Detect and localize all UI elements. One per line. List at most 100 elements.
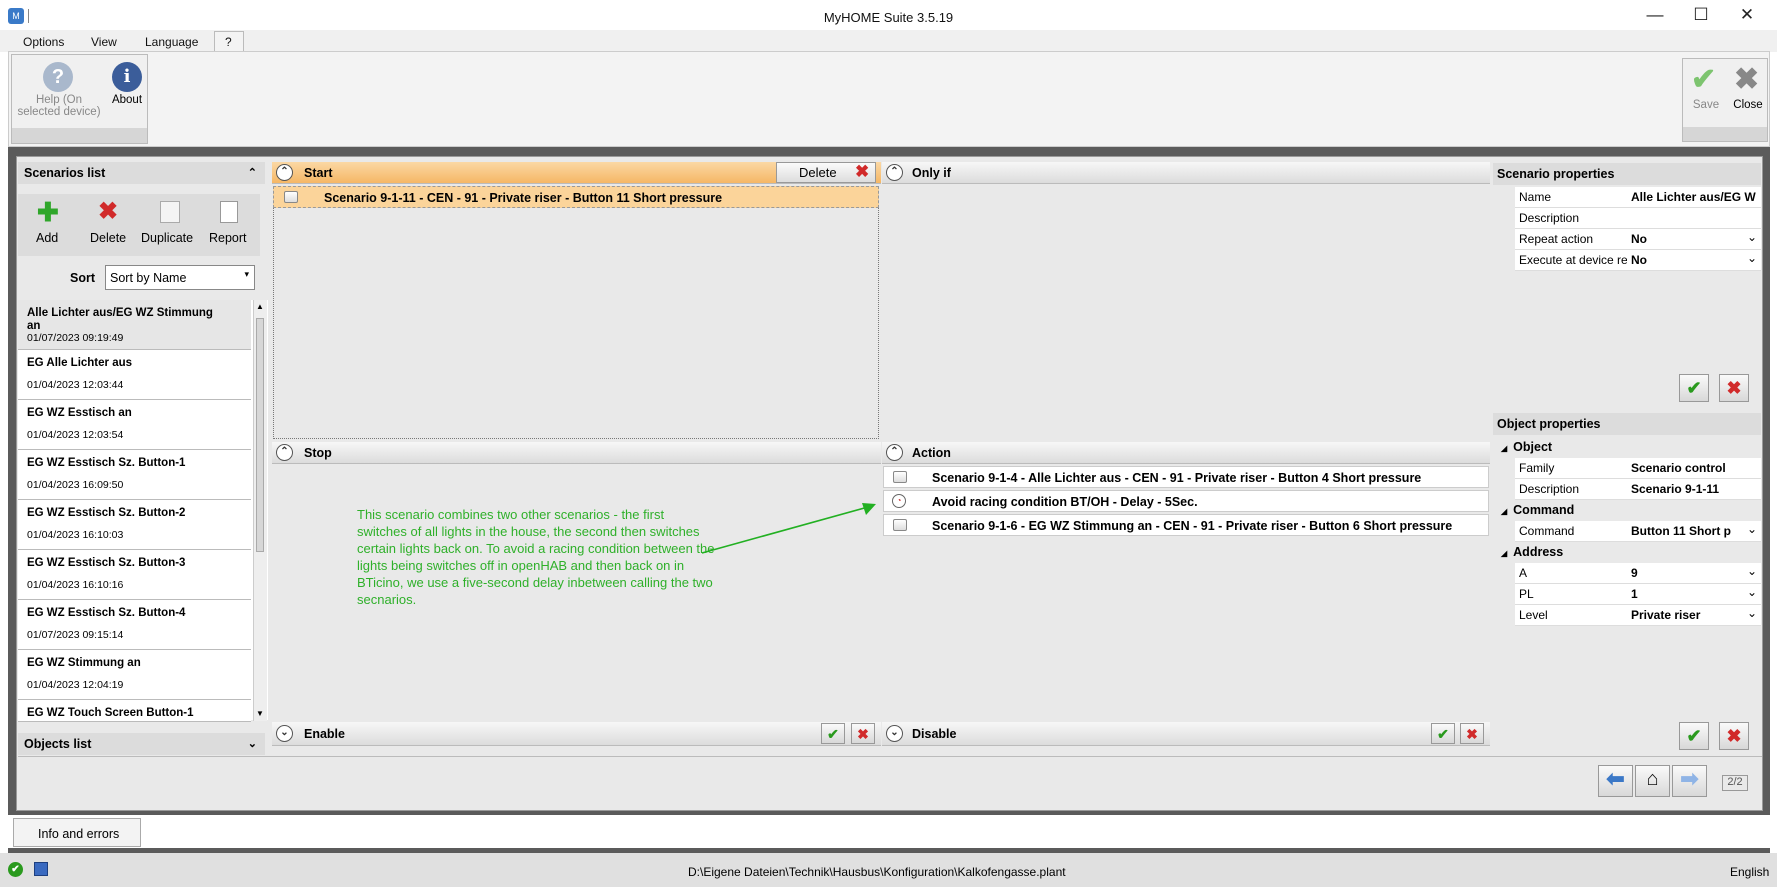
menu-options[interactable]: Options bbox=[13, 32, 74, 52]
stop-header: ⌃ Stop bbox=[272, 442, 881, 464]
report-button-label[interactable]: Report bbox=[209, 231, 247, 245]
chevron-down-icon[interactable]: ⌄ bbox=[1747, 250, 1757, 269]
action-collapse-button[interactable]: ⌃ bbox=[886, 444, 903, 461]
scenario-name: EG WZ Esstisch Sz. Button-3 bbox=[27, 557, 186, 569]
action-row[interactable]: ◔ Avoid racing condition BT/OH - Delay -… bbox=[883, 490, 1489, 512]
duplicate-icon[interactable] bbox=[160, 201, 180, 223]
enable-title: Enable bbox=[304, 727, 345, 741]
ribbon bbox=[8, 51, 1770, 147]
chevron-down-icon[interactable]: ⌄ bbox=[1747, 584, 1757, 603]
property-value[interactable]: 1 ⌄ bbox=[1627, 584, 1761, 605]
scenario-list-item[interactable]: EG Alle Lichter aus 01/04/2023 12:03:44 bbox=[18, 350, 251, 400]
help-button-label[interactable]: Help (On selected device) bbox=[14, 94, 104, 118]
enable-confirm-button[interactable]: ✔ bbox=[821, 723, 845, 744]
property-value[interactable]: Button 11 Short p ⌄ bbox=[1627, 521, 1761, 542]
scenario-list-item[interactable]: EG WZ Esstisch Sz. Button-2 01/04/2023 16… bbox=[18, 500, 251, 550]
scrollbar-thumb[interactable] bbox=[256, 318, 264, 552]
report-icon[interactable] bbox=[220, 201, 238, 223]
disable-expand-button[interactable]: ⌄ bbox=[886, 725, 903, 742]
scenario-list-item[interactable]: EG WZ Esstisch Sz. Button-1 01/04/2023 16… bbox=[18, 450, 251, 500]
about-button-label[interactable]: About bbox=[104, 94, 150, 106]
property-value[interactable]: Private riser ⌄ bbox=[1627, 605, 1761, 626]
delete-icon[interactable]: ✖ bbox=[98, 198, 118, 226]
menu-language[interactable]: Language bbox=[135, 32, 208, 52]
add-button-label[interactable]: Add bbox=[36, 231, 58, 245]
delete-button-label[interactable]: Delete bbox=[90, 231, 126, 245]
property-value-text: Alle Lichter aus/EG W bbox=[1631, 190, 1756, 204]
scenario-list-item[interactable]: EG WZ Esstisch Sz. Button-3 01/04/2023 16… bbox=[18, 550, 251, 600]
duplicate-button-label[interactable]: Duplicate bbox=[141, 231, 193, 245]
scenario-properties-title: Scenario properties bbox=[1497, 167, 1615, 181]
disable-cancel-button[interactable]: ✖ bbox=[1460, 723, 1484, 744]
property-value-text: Private riser bbox=[1631, 608, 1701, 622]
chevron-down-icon[interactable]: ⌄ bbox=[1747, 605, 1757, 624]
info-errors-tab[interactable]: Info and errors bbox=[13, 818, 141, 847]
only-if-collapse-button[interactable]: ⌃ bbox=[886, 164, 903, 181]
menu-bar bbox=[0, 30, 1777, 52]
menu-view[interactable]: View bbox=[81, 32, 127, 52]
expand-icon[interactable]: ⌄ bbox=[248, 733, 257, 755]
scenario-list-item[interactable]: Alle Lichter aus/EG WZ Stimmung an 01/07/… bbox=[18, 300, 251, 350]
enable-expand-button[interactable]: ⌄ bbox=[276, 725, 293, 742]
add-icon[interactable]: ✚ bbox=[37, 198, 59, 226]
scenario-props-confirm-button[interactable]: ✔ bbox=[1679, 374, 1709, 402]
command-section[interactable]: ◢ Command bbox=[1497, 500, 1761, 521]
action-row[interactable]: Scenario 9-1-6 - EG WZ Stimmung an - CEN… bbox=[883, 514, 1489, 536]
start-row[interactable]: Scenario 9-1-11 - CEN - 91 - Private ris… bbox=[273, 186, 879, 208]
property-value-text: Scenario 9-1-11 bbox=[1631, 482, 1720, 496]
menu-help[interactable]: ? bbox=[214, 31, 244, 53]
collapse-triangle-icon[interactable]: ◢ bbox=[1501, 507, 1507, 516]
property-value[interactable]: No ⌄ bbox=[1627, 229, 1761, 250]
object-section[interactable]: ◢ Object bbox=[1497, 437, 1761, 458]
disable-confirm-button[interactable]: ✔ bbox=[1431, 723, 1455, 744]
back-arrow-button[interactable]: ⬅ bbox=[1598, 765, 1633, 797]
property-value[interactable]: Scenario 9-1-11 bbox=[1627, 479, 1761, 500]
close-window-button[interactable]: ✕ bbox=[1724, 0, 1770, 30]
start-row-checkbox[interactable] bbox=[284, 191, 298, 203]
property-value[interactable]: Scenario control bbox=[1627, 458, 1761, 479]
property-value[interactable]: Alle Lichter aus/EG W bbox=[1627, 187, 1761, 208]
start-delete-button[interactable]: Delete ✖ bbox=[776, 162, 876, 183]
scroll-up-arrow[interactable]: ▲ bbox=[256, 302, 264, 311]
about-icon[interactable]: i bbox=[112, 62, 142, 92]
address-section[interactable]: ◢ Address bbox=[1497, 542, 1761, 563]
collapse-triangle-icon[interactable]: ◢ bbox=[1501, 444, 1507, 453]
scenario-list-item[interactable]: EG WZ Esstisch Sz. Button-4 01/07/2023 09… bbox=[18, 600, 251, 650]
stop-collapse-button[interactable]: ⌃ bbox=[276, 444, 293, 461]
save-button-label[interactable]: Save bbox=[1686, 99, 1726, 111]
object-props-cancel-button[interactable]: ✖ bbox=[1719, 722, 1749, 750]
scenario-props-cancel-button[interactable]: ✖ bbox=[1719, 374, 1749, 402]
sort-select[interactable]: Sort by Name ▾ bbox=[105, 265, 255, 290]
save-check-icon[interactable]: ✔ bbox=[1691, 62, 1716, 97]
scroll-down-arrow[interactable]: ▼ bbox=[256, 709, 264, 718]
property-value[interactable] bbox=[1627, 208, 1761, 229]
start-collapse-button[interactable]: ⌃ bbox=[276, 164, 293, 181]
minimize-button[interactable]: — bbox=[1632, 0, 1678, 30]
chevron-down-icon[interactable]: ⌄ bbox=[1747, 229, 1757, 248]
home-button[interactable]: ⌂ bbox=[1635, 765, 1670, 797]
action-row-checkbox[interactable] bbox=[893, 519, 907, 531]
scenarios-list-header[interactable]: Scenarios list ⌃ bbox=[18, 162, 265, 184]
collapse-icon[interactable]: ⌃ bbox=[248, 162, 257, 184]
action-row-checkbox[interactable] bbox=[893, 471, 907, 483]
objects-list-header[interactable]: Objects list ⌄ bbox=[18, 733, 265, 755]
scenario-list-item[interactable]: EG WZ Touch Screen Button-1 bbox=[18, 700, 251, 722]
status-save-icon bbox=[34, 862, 48, 876]
property-value[interactable]: 9 ⌄ bbox=[1627, 563, 1761, 584]
enable-cancel-button[interactable]: ✖ bbox=[851, 723, 875, 744]
collapse-triangle-icon[interactable]: ◢ bbox=[1501, 549, 1507, 558]
chevron-down-icon[interactable]: ⌄ bbox=[1747, 521, 1757, 540]
close-x-icon[interactable]: ✖ bbox=[1734, 62, 1759, 97]
scenario-list-item[interactable]: EG WZ Esstisch an 01/04/2023 12:03:54 bbox=[18, 400, 251, 450]
object-props-confirm-button[interactable]: ✔ bbox=[1679, 722, 1709, 750]
property-value[interactable]: No ⌄ bbox=[1627, 250, 1761, 271]
chevron-down-icon[interactable]: ⌄ bbox=[1747, 563, 1757, 582]
help-icon[interactable]: ? bbox=[43, 62, 73, 92]
maximize-button[interactable]: ☐ bbox=[1678, 0, 1724, 30]
scenario-properties-header: Scenario properties bbox=[1493, 163, 1761, 185]
close-button-label[interactable]: Close bbox=[1728, 99, 1768, 111]
scenario-list-item[interactable]: EG WZ Stimmung an 01/04/2023 12:04:19 bbox=[18, 650, 251, 700]
action-row[interactable]: Scenario 9-1-4 - Alle Lichter aus - CEN … bbox=[883, 466, 1489, 488]
forward-arrow-button[interactable]: ➡ bbox=[1672, 765, 1707, 797]
start-row-text: Scenario 9-1-11 - CEN - 91 - Private ris… bbox=[324, 191, 723, 205]
